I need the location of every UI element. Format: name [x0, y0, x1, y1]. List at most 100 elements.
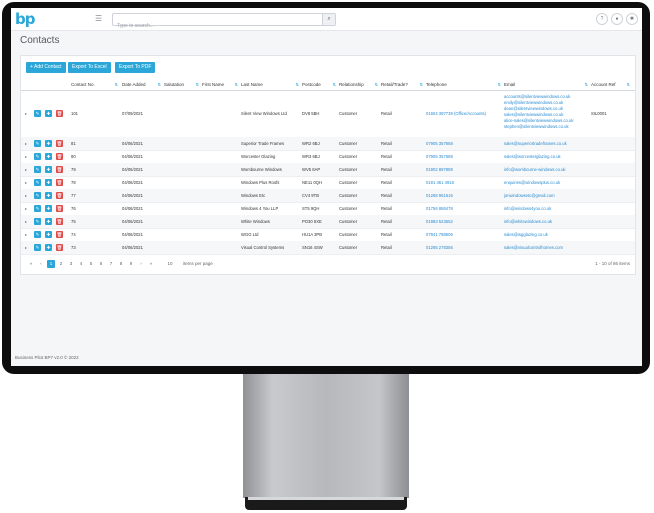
sort-icon[interactable]: ⇅	[196, 80, 199, 90]
email-link[interactable]: stephen@silentviewwindows.co.uk	[504, 124, 589, 129]
search-icon[interactable]: ⌕	[322, 14, 335, 25]
sort-icon[interactable]: ⇅	[296, 80, 299, 90]
col-postcode-header[interactable]: Postcode ⇅	[302, 80, 337, 90]
app-logo[interactable]: bp	[15, 10, 36, 28]
help-icon[interactable]: ?	[596, 13, 608, 25]
sort-icon[interactable]: ⇅	[585, 80, 588, 90]
edit-button[interactable]: ✎	[34, 166, 41, 173]
edit-button[interactable]: ✎	[34, 153, 41, 160]
copy-button[interactable]: ✚	[45, 153, 52, 160]
email-link[interactable]: sales@silentviewwindows.co.uk	[504, 112, 589, 117]
hamburger-icon[interactable]: ☰	[95, 14, 102, 23]
page-link[interactable]: «	[27, 260, 35, 268]
edit-button[interactable]: ✎	[34, 179, 41, 186]
page-link[interactable]: 8	[117, 260, 125, 268]
email-link[interactable]: sales@superiortradeframes.co.uk	[504, 141, 589, 146]
expand-row-icon[interactable]: ▸	[25, 232, 27, 237]
page-link[interactable]: ›	[137, 260, 145, 268]
edit-button[interactable]: ✎	[34, 244, 41, 251]
page-link[interactable]: ‹	[37, 260, 45, 268]
telephone-cell[interactable]: 07941 798606	[426, 232, 502, 237]
copy-button[interactable]: ✚	[45, 179, 52, 186]
delete-button[interactable]: 🗑	[56, 192, 63, 199]
expand-row-icon[interactable]: ▸	[25, 193, 27, 198]
page-link[interactable]: 1	[47, 260, 55, 268]
search-input[interactable]	[113, 20, 322, 32]
delete-button[interactable]: 🗑	[56, 205, 63, 212]
page-link[interactable]: 2	[57, 260, 65, 268]
page-link[interactable]: »	[147, 260, 155, 268]
col-first-name-header[interactable]: First Name ⇅	[202, 80, 239, 90]
telephone-cell[interactable]: 07905 357668	[426, 154, 502, 159]
email-link[interactable]: sales@wgglazing.co.uk	[504, 232, 589, 237]
sort-icon[interactable]: ⇅	[158, 80, 161, 90]
sort-icon[interactable]: ⇅	[420, 80, 423, 90]
table-row[interactable]: ▸ ✎ ✚ 🗑 75 04/06/2021 White Windows PO30 5XE Cus…	[21, 215, 635, 229]
expand-row-icon[interactable]: ▸	[25, 180, 27, 185]
email-link[interactable]: info@whitewindows.co.uk	[504, 219, 589, 224]
col-account-ref-header[interactable]: Account Ref ⇅	[591, 80, 631, 90]
delete-button[interactable]: 🗑	[56, 110, 63, 117]
add-contact-button[interactable]: + Add Contact	[26, 62, 66, 73]
page-size-select[interactable]: 10	[163, 260, 177, 268]
col-last-name-header[interactable]: Last Name ⇅	[241, 80, 300, 90]
telephone-cell[interactable]: 07905 357668	[426, 141, 502, 146]
telephone-cell[interactable]: 01285 278356	[426, 245, 502, 250]
table-row[interactable]: ▸ ✎ ✚ 🗑 101 07/09/2021 Silent View Windows Ltd…	[21, 91, 635, 138]
export-excel-button[interactable]: Export To Excel	[68, 62, 111, 73]
email-link[interactable]: sales@visualcontrolhomes.com	[504, 245, 589, 250]
email-link[interactable]: accounts@silentviewwindows.co.uk	[504, 94, 589, 99]
telephone-cell[interactable]: 0191 461 4916	[426, 180, 502, 185]
copy-button[interactable]: ✚	[45, 218, 52, 225]
delete-button[interactable]: 🗑	[56, 231, 63, 238]
email-link[interactable]: info@wombourne-windows.co.uk	[504, 167, 589, 172]
delete-button[interactable]: 🗑	[56, 179, 63, 186]
expand-row-icon[interactable]: ▸	[25, 206, 27, 211]
page-link[interactable]: 7	[107, 260, 115, 268]
email-link[interactable]: sales@worcesterglazing.co.uk	[504, 154, 589, 159]
edit-button[interactable]: ✎	[34, 192, 41, 199]
telephone-cell[interactable]: 01268 951616	[426, 193, 502, 198]
copy-button[interactable]: ✚	[45, 231, 52, 238]
sort-icon[interactable]: ⇅	[235, 80, 238, 90]
col-date-added-header[interactable]: Date Added ⇅	[122, 80, 162, 90]
copy-button[interactable]: ✚	[45, 140, 52, 147]
expand-row-icon[interactable]: ▸	[25, 141, 27, 146]
sort-icon[interactable]: ⇅	[375, 80, 378, 90]
col-salutation-header[interactable]: Salutation ⇅	[164, 80, 200, 90]
email-link[interactable]: jonwindowsetc@gmail.com	[504, 193, 589, 198]
col-contact-no-header[interactable]: Contact No. ⇅	[71, 80, 119, 90]
email-link[interactable]: emily@silentviewwindows.co.uk	[504, 100, 589, 105]
col-retail-trade-header[interactable]: Retail/Trade? ⇅	[381, 80, 424, 90]
email-link[interactable]: dean@silentviewwindows.co.uk	[504, 106, 589, 111]
edit-button[interactable]: ✎	[34, 218, 41, 225]
table-row[interactable]: ▸ ✎ ✚ 🗑 78 04/06/2021 Windows Plus Roofs NE11 0…	[21, 176, 635, 190]
table-row[interactable]: ▸ ✎ ✚ 🗑 80 04/06/2021 Worcester Glazing WR3 6BJ…	[21, 150, 635, 164]
edit-button[interactable]: ✎	[34, 205, 41, 212]
copy-button[interactable]: ✚	[45, 166, 52, 173]
col-email-header[interactable]: Email ⇅	[504, 80, 589, 90]
expand-row-icon[interactable]: ▸	[25, 245, 27, 250]
page-link[interactable]: 5	[87, 260, 95, 268]
table-row[interactable]: ▸ ✎ ✚ 🗑 74 04/06/2021 WGG Ltd HU1A 3PB Customer R…	[21, 228, 635, 242]
table-row[interactable]: ▸ ✎ ✚ 🗑 73 04/06/2021 Visual Control Systems SN…	[21, 241, 635, 255]
delete-button[interactable]: 🗑	[56, 140, 63, 147]
sort-icon[interactable]: ⇅	[498, 80, 501, 90]
telephone-cell[interactable]: 01756 886478	[426, 206, 502, 211]
email-link[interactable]: info@windows4you.co.uk	[504, 206, 589, 211]
expand-row-icon[interactable]: ▸	[25, 154, 27, 159]
sort-icon[interactable]: ⇅	[333, 80, 336, 90]
delete-button[interactable]: 🗑	[56, 244, 63, 251]
page-link[interactable]: 4	[77, 260, 85, 268]
col-telephone-header[interactable]: Telephone ⇅	[426, 80, 502, 90]
sort-icon[interactable]: ⇅	[115, 80, 118, 90]
telephone-cell[interactable]: 01604 397739 (Office/Accounts)	[426, 111, 502, 116]
edit-button[interactable]: ✎	[34, 140, 41, 147]
edit-button[interactable]: ✎	[34, 110, 41, 117]
edit-button[interactable]: ✎	[34, 231, 41, 238]
delete-button[interactable]: 🗑	[56, 166, 63, 173]
page-link[interactable]: 9	[127, 260, 135, 268]
expand-row-icon[interactable]: ▸	[25, 111, 27, 116]
email-link[interactable]: enquiries@windowsplus.co.uk	[504, 180, 589, 185]
table-row[interactable]: ▸ ✎ ✚ 🗑 77 04/06/2021 Windows Etc CV4 9TB Custom…	[21, 189, 635, 203]
